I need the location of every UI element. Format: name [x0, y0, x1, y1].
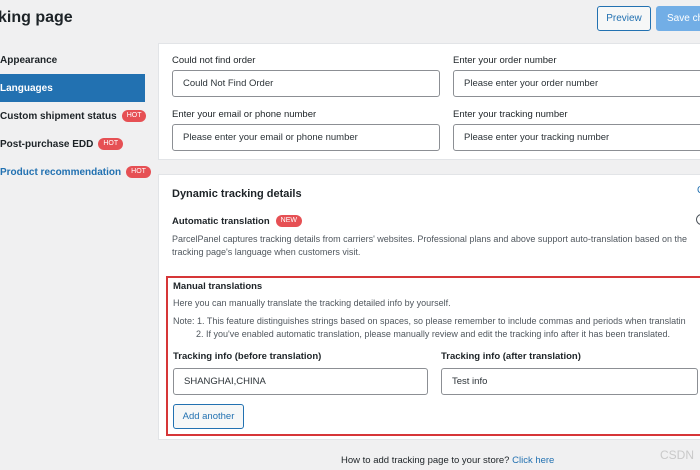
- dynamic-tracking-title: Dynamic tracking details: [172, 188, 302, 200]
- tracking-number-input[interactable]: Please enter your tracking number: [453, 124, 700, 151]
- order-number-label: Enter your order number: [453, 55, 557, 66]
- manual-note: Note: 1. This feature distinguishes stri…: [173, 315, 686, 341]
- sidebar-item-post-purchase-edd[interactable]: Post-purchase EDD HOT: [0, 130, 145, 158]
- new-badge: NEW: [275, 215, 302, 227]
- sidebar-item-label: Appearance: [0, 54, 58, 66]
- manual-translations-box: Manual translations Here you can manuall…: [166, 276, 700, 436]
- sidebar-item-product-recommendation[interactable]: Product recommendation HOT: [0, 158, 151, 186]
- manual-note-line-1: Note: 1. This feature distinguishes stri…: [173, 316, 686, 326]
- footer-help: How to add tracking page to your store? …: [341, 455, 554, 466]
- not-found-label: Could not find order: [172, 55, 256, 66]
- sidebar: Appearance Languages Custom shipment sta…: [0, 46, 151, 186]
- sidebar-item-custom-shipment-status[interactable]: Custom shipment status HOT: [0, 102, 147, 130]
- sidebar-item-label: Product recommendation: [0, 166, 122, 178]
- sidebar-item-label: Languages: [0, 82, 53, 94]
- sidebar-item-languages[interactable]: Languages: [0, 74, 145, 102]
- hot-badge: HOT: [126, 166, 151, 178]
- order-lookup-card: Could not find order Could Not Find Orde…: [158, 43, 700, 160]
- automatic-translation-desc: ParcelPanel captures tracking details fr…: [172, 234, 687, 257]
- manual-note-line-2: 2. If you've enabled automatic translati…: [196, 329, 670, 339]
- after-translation-input[interactable]: Test info: [441, 368, 698, 395]
- save-button[interactable]: Save cha: [656, 6, 700, 31]
- automatic-translation-label: Automatic translation: [172, 215, 270, 227]
- sidebar-item-appearance[interactable]: Appearance: [0, 46, 145, 74]
- automatic-translation-title: Automatic translation NEW: [172, 215, 302, 227]
- manual-translations-title: Manual translations: [173, 281, 263, 292]
- after-translation-label: Tracking info (after translation): [441, 351, 581, 362]
- preview-button[interactable]: Preview: [597, 6, 651, 31]
- add-another-button[interactable]: Add another: [173, 404, 244, 429]
- tracking-number-label: Enter your tracking number: [453, 109, 568, 120]
- footer-text: How to add tracking page to your store?: [341, 455, 510, 466]
- hot-badge: HOT: [98, 138, 124, 150]
- email-phone-input[interactable]: Please enter your email or phone number: [172, 124, 440, 151]
- before-translation-input[interactable]: SHANGHAI,CHINA: [173, 368, 428, 395]
- watermark: CSDN: [660, 448, 695, 462]
- order-number-input[interactable]: Please enter your order number: [453, 70, 700, 97]
- sidebar-item-label: Custom shipment status: [0, 110, 117, 122]
- page-title: king page: [0, 9, 73, 26]
- not-found-input[interactable]: Could Not Find Order: [172, 70, 440, 97]
- info-icon[interactable]: ?: [696, 214, 700, 225]
- manual-translations-desc: Here you can manually translate the trac…: [173, 298, 451, 308]
- before-translation-label: Tracking info (before translation): [173, 351, 322, 362]
- hot-badge: HOT: [121, 110, 147, 122]
- email-phone-label: Enter your email or phone number: [172, 109, 317, 120]
- footer-click-here-link[interactable]: Click here: [512, 455, 554, 466]
- sidebar-item-label: Post-purchase EDD: [0, 138, 94, 150]
